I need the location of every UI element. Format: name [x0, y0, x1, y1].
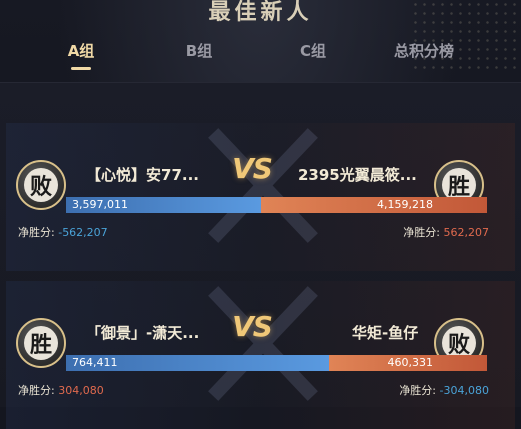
- net-score-label: 净胜分:: [399, 384, 437, 397]
- net-score-label: 净胜分:: [18, 384, 55, 397]
- crossed-swords-icon: [208, 286, 318, 401]
- score-right: 460,331: [387, 356, 434, 369]
- crossed-swords-icon: [208, 128, 318, 243]
- score-bar-right: [261, 197, 487, 213]
- net-score-value: 304,080: [58, 384, 104, 397]
- matches-panel: 败 【心悦】安77... VS 2395光翼晨筱... 胜 3,597,011 …: [0, 82, 521, 429]
- active-tab-indicator: [71, 67, 91, 70]
- net-score-right: 净胜分: -304,080: [399, 382, 489, 398]
- player-name-left: 【心悦】安77...: [86, 166, 199, 184]
- net-score-value: -304,080: [439, 384, 489, 397]
- tab-label: C组: [299, 42, 326, 60]
- player-name-left: 「御景」-潇天...: [86, 324, 200, 342]
- vs-label: VS: [232, 152, 273, 185]
- net-score-value: 562,207: [443, 226, 490, 239]
- score-right: 4,159,218: [377, 198, 433, 211]
- player-avatar-left[interactable]: 胜: [16, 318, 66, 368]
- match-card[interactable]: 胜 「御景」-潇天... VS 华矩-鱼仔 败 764,411 460,331 …: [6, 281, 515, 429]
- net-score-label: 净胜分:: [18, 226, 55, 239]
- page-title: 最佳新人: [208, 0, 313, 25]
- tab-label: B组: [185, 42, 213, 60]
- net-score-left: 净胜分: -562,207: [18, 224, 108, 240]
- score-bar: 3,597,011 4,159,218: [66, 197, 487, 213]
- player-avatar-left[interactable]: 败: [16, 160, 66, 210]
- tab-group-a[interactable]: A组: [58, 40, 104, 70]
- player-name-right: 2395光翼晨筱...: [298, 166, 417, 184]
- score-left: 764,411: [72, 356, 118, 369]
- net-score-value: -562,207: [58, 226, 108, 239]
- tab-label: A组: [67, 42, 95, 60]
- tab-group-b[interactable]: B组: [176, 40, 222, 61]
- score-left: 3,597,011: [72, 198, 128, 211]
- match-card[interactable]: 败 【心悦】安77... VS 2395光翼晨筱... 胜 3,597,011 …: [6, 123, 515, 271]
- vs-label: VS: [232, 310, 273, 343]
- tab-group-c[interactable]: C组: [290, 40, 336, 61]
- result-badge: 败: [24, 168, 58, 202]
- net-score-left: 净胜分: 304,080: [18, 382, 104, 398]
- group-tabs: A组 B组 C组 总积分榜: [0, 40, 521, 74]
- tab-label: 总积分榜: [393, 42, 454, 60]
- net-score-label: 净胜分:: [403, 226, 440, 239]
- tab-total-ranking[interactable]: 总积分榜: [384, 40, 464, 61]
- score-bar: 764,411 460,331: [66, 355, 487, 371]
- net-score-right: 净胜分: 562,207: [403, 224, 489, 240]
- result-badge: 胜: [24, 326, 58, 360]
- player-name-right: 华矩-鱼仔: [352, 324, 419, 342]
